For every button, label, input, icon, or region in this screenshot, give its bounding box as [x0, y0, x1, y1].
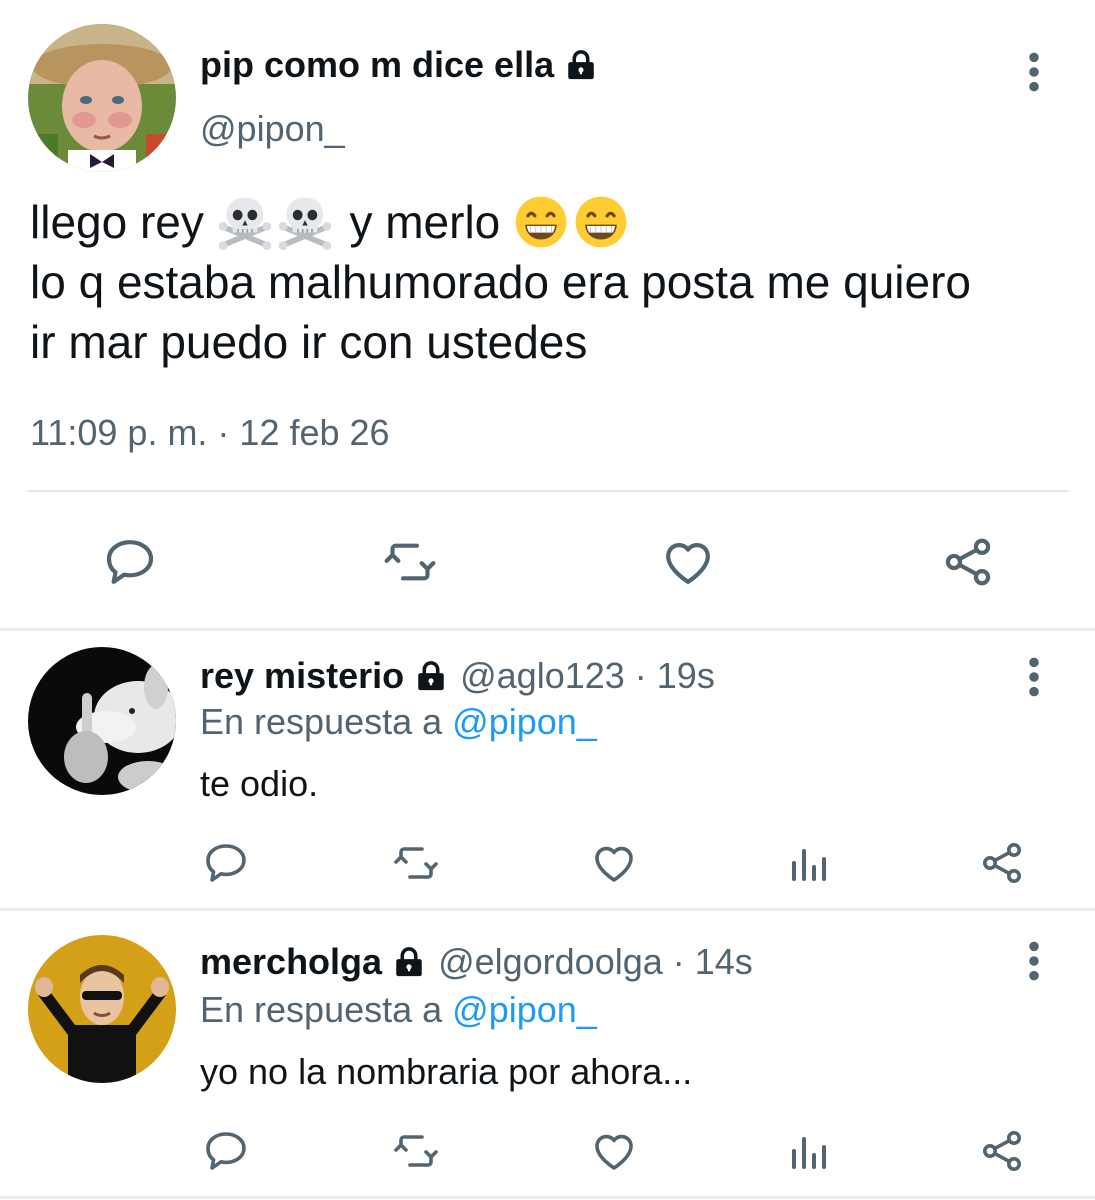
- display-name[interactable]: mercholga: [200, 941, 382, 983]
- mention-link[interactable]: @pipon_: [452, 701, 597, 742]
- main-tweet: pip como m dice ella @pipon_ llego rey y…: [0, 0, 1095, 630]
- analytics-icon: [784, 839, 832, 887]
- handle-and-time[interactable]: @elgordoolga · 14s: [438, 941, 753, 983]
- reply-icon: [202, 839, 250, 887]
- lock-icon: [392, 945, 426, 979]
- tweet-text: llego rey y merlo lo q estaba malhumorad…: [30, 192, 1080, 372]
- like-button[interactable]: [584, 833, 644, 893]
- reply-button[interactable]: [100, 532, 160, 592]
- like-icon: [590, 1127, 638, 1175]
- tweet-text-line-2: lo q estaba malhumorado era posta me qui…: [30, 256, 972, 308]
- grinning-face-icon: [573, 194, 629, 250]
- like-button[interactable]: [584, 1121, 644, 1181]
- reply-text: te odio.: [200, 763, 319, 804]
- like-icon: [590, 839, 638, 887]
- display-name[interactable]: pip como m dice ella: [200, 44, 598, 86]
- skull-crossbones-icon: [217, 194, 273, 250]
- share-icon: [940, 534, 996, 590]
- timestamp[interactable]: 11:09 p. m. · 12 feb 26: [30, 412, 390, 454]
- tweet-text-line-3: ir mar puedo ir con ustedes: [30, 316, 588, 368]
- tweet-text-segment: llego rey: [30, 196, 204, 248]
- retweet-button[interactable]: [386, 1121, 446, 1181]
- retweet-button[interactable]: [386, 833, 446, 893]
- reply-tweet[interactable]: rey misterio @aglo123 · 19s En respuesta…: [0, 631, 1095, 908]
- more-options-icon[interactable]: [1024, 655, 1044, 699]
- reply-icon: [202, 1127, 250, 1175]
- mention-link[interactable]: @pipon_: [452, 989, 597, 1030]
- share-button[interactable]: [972, 1121, 1032, 1181]
- tweet-text-segment: y merlo: [349, 196, 501, 248]
- reply-context: En respuesta a @pipon_: [200, 701, 597, 743]
- divider: [28, 490, 1068, 492]
- avatar[interactable]: [28, 935, 176, 1083]
- lock-icon: [414, 659, 448, 693]
- lock-icon: [564, 48, 598, 82]
- avatar[interactable]: [28, 24, 176, 172]
- handle[interactable]: @pipon_: [200, 108, 345, 150]
- grinning-face-icon: [513, 194, 569, 250]
- reply-context-label: En respuesta a: [200, 701, 453, 742]
- display-name-text: pip como m dice ella: [200, 44, 555, 85]
- share-icon: [978, 839, 1026, 887]
- retweet-icon: [392, 1127, 440, 1175]
- more-options-icon[interactable]: [1024, 939, 1044, 983]
- share-icon: [978, 1127, 1026, 1175]
- analytics-button[interactable]: [778, 1121, 838, 1181]
- reply-header: mercholga @elgordoolga · 14s: [200, 941, 753, 983]
- separator: [0, 1196, 1095, 1199]
- reply-context-label: En respuesta a: [200, 989, 453, 1030]
- like-icon: [660, 534, 716, 590]
- retweet-icon: [392, 839, 440, 887]
- reply-button[interactable]: [196, 833, 256, 893]
- reply-button[interactable]: [196, 1121, 256, 1181]
- reply-tweet[interactable]: mercholga @elgordoolga · 14s En respuest…: [0, 911, 1095, 1200]
- reply-text: yo no la nombraria por ahora...: [200, 1051, 693, 1092]
- avatar[interactable]: [28, 647, 176, 795]
- handle-and-time[interactable]: @aglo123 · 19s: [460, 655, 715, 697]
- reply-icon: [102, 534, 158, 590]
- display-name[interactable]: rey misterio: [200, 655, 404, 697]
- reply-context: En respuesta a @pipon_: [200, 989, 597, 1031]
- analytics-icon: [784, 1127, 832, 1175]
- skull-crossbones-icon: [277, 194, 333, 250]
- retweet-icon: [382, 534, 438, 590]
- more-options-icon[interactable]: [1024, 50, 1044, 94]
- tweet-text-line-1: llego rey y merlo: [30, 192, 1080, 252]
- like-button[interactable]: [658, 532, 718, 592]
- reply-header: rey misterio @aglo123 · 19s: [200, 655, 715, 697]
- share-button[interactable]: [938, 532, 998, 592]
- share-button[interactable]: [972, 833, 1032, 893]
- analytics-button[interactable]: [778, 833, 838, 893]
- retweet-button[interactable]: [380, 532, 440, 592]
